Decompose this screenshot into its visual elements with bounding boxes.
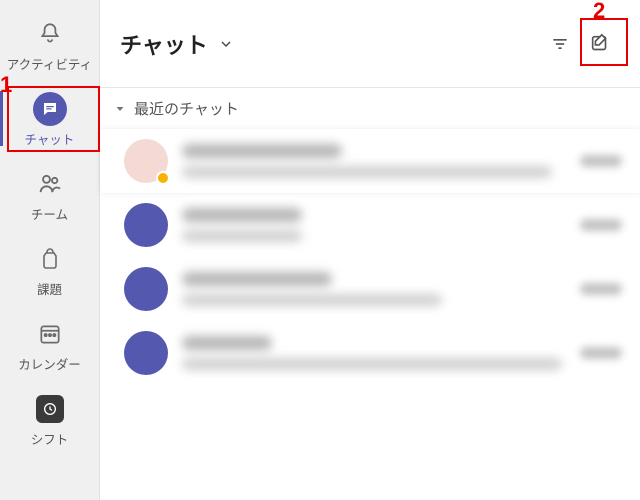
rail-label: チャット xyxy=(25,129,75,148)
compose-icon xyxy=(589,33,611,55)
chat-time xyxy=(580,347,622,359)
chat-icon xyxy=(33,92,67,126)
chat-row[interactable] xyxy=(100,321,640,385)
chat-list xyxy=(100,129,640,500)
chat-preview xyxy=(182,144,566,178)
page-title: チャット xyxy=(120,28,208,60)
header-title-group[interactable]: チャット xyxy=(120,28,234,60)
chat-preview xyxy=(182,272,566,306)
rail-label: 課題 xyxy=(37,279,62,298)
chat-row[interactable] xyxy=(100,193,640,257)
presence-away-icon xyxy=(156,171,170,185)
avatar xyxy=(124,203,168,247)
rail-label: アクティビティ xyxy=(7,54,92,73)
chat-time xyxy=(580,155,622,167)
chat-time xyxy=(580,219,622,231)
rail-item-shifts[interactable]: シフト xyxy=(0,381,99,456)
section-label: 最近のチャット xyxy=(134,98,239,119)
chat-preview xyxy=(182,208,566,242)
bell-icon xyxy=(32,16,68,52)
chevron-down-icon xyxy=(218,36,234,52)
chat-preview xyxy=(182,336,566,370)
avatar xyxy=(124,331,168,375)
app-rail: アクティビティ チャット xyxy=(0,0,100,500)
filter-button[interactable] xyxy=(540,24,580,64)
chat-header: チャット xyxy=(100,0,640,88)
rail-label: チーム xyxy=(31,204,68,223)
chat-row[interactable] xyxy=(100,129,640,193)
main-panel: チャット 最近のチャット xyxy=(100,0,640,500)
caret-down-icon xyxy=(114,103,126,115)
recent-section-header[interactable]: 最近のチャット xyxy=(100,88,640,129)
rail-item-activity[interactable]: アクティビティ xyxy=(0,6,99,81)
compose-button[interactable] xyxy=(580,24,620,64)
avatar xyxy=(124,139,168,183)
chat-time xyxy=(580,283,622,295)
rail-item-teams[interactable]: チーム xyxy=(0,156,99,231)
avatar xyxy=(124,267,168,311)
shifts-icon xyxy=(36,395,64,423)
rail-label: シフト xyxy=(31,429,69,448)
assignments-icon xyxy=(32,241,68,277)
rail-item-calendar[interactable]: カレンダー xyxy=(0,306,99,381)
rail-item-assignments[interactable]: 課題 xyxy=(0,231,99,306)
teams-icon xyxy=(32,166,68,202)
chat-row[interactable] xyxy=(100,257,640,321)
rail-item-chat[interactable]: チャット xyxy=(0,81,99,156)
calendar-icon xyxy=(32,316,68,352)
rail-label: カレンダー xyxy=(18,354,81,373)
filter-icon xyxy=(550,34,570,54)
